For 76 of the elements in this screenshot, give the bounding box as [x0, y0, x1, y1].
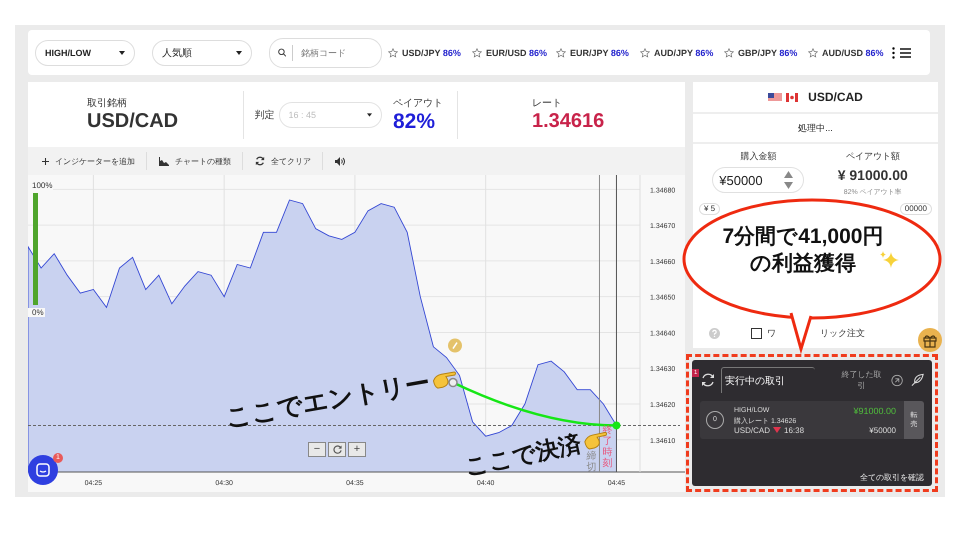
exit-marker — [612, 421, 620, 430]
trade-amount: ¥50000 — [869, 426, 896, 434]
handwritten-note: ここで決済 — [462, 428, 584, 480]
star-icon[interactable] — [472, 48, 482, 58]
zoom-in-button[interactable]: + — [348, 442, 366, 457]
view-all-link[interactable]: 全ての取引を確認 — [860, 472, 924, 483]
callout-text: 7分間で41,000円 の利益獲得 — [722, 224, 884, 278]
checkbox-label: リック注文 — [820, 327, 865, 340]
zoom-out-button[interactable]: − — [308, 442, 326, 457]
entry-marker — [448, 378, 458, 388]
trade-time: 16:38 — [784, 426, 804, 434]
caret-icon — [366, 112, 372, 116]
toolbar-button[interactable]: チャートの種類 — [155, 152, 243, 170]
caret-icon — [119, 50, 125, 54]
search-field[interactable]: 銘柄コード — [269, 38, 382, 68]
trades-tab[interactable]: 実行中の取引 — [720, 367, 815, 393]
menu-icon[interactable] — [900, 48, 911, 58]
handwritten-note: ここでエントリー — [222, 368, 432, 434]
star-icon[interactable] — [640, 48, 650, 58]
chat-button[interactable] — [28, 455, 58, 485]
down-triangle-icon — [773, 427, 782, 433]
gauge-label: 0% — [28, 308, 45, 317]
dropdown[interactable]: 人気順 — [152, 40, 252, 66]
amount-label: 購入金額 — [740, 150, 776, 163]
symbol-label: 取引銘柄 — [87, 96, 128, 110]
dropdown[interactable]: HIGH/LOW — [35, 40, 135, 66]
checkbox[interactable] — [751, 328, 762, 339]
us-flag-icon — [768, 92, 782, 102]
favorite-pair[interactable]: AUD/JPY 86% — [654, 48, 714, 58]
more-icon[interactable] — [892, 46, 895, 58]
payout-label: ペイアウト — [393, 96, 444, 110]
rate-value: 1.34616 — [532, 110, 604, 133]
plus-icon — [42, 158, 49, 164]
quick-amount-button[interactable]: 00000 — [900, 203, 932, 215]
star-icon[interactable] — [556, 48, 566, 58]
symbol-name: USD/CAD — [87, 110, 180, 133]
reset-zoom-button[interactable] — [328, 442, 346, 457]
favorite-pair[interactable]: USD/JPY 86% — [402, 48, 461, 58]
feather-icon[interactable] — [910, 373, 924, 387]
checkbox-label: ワ — [767, 327, 776, 340]
judge-label: 判定 — [254, 108, 274, 122]
favorite-pair[interactable]: EUR/JPY 86% — [570, 48, 629, 58]
star-icon[interactable] — [724, 48, 734, 58]
trade-payout: ¥91000.00 — [853, 406, 896, 416]
toolbar-button[interactable]: 全てクリア — [251, 152, 323, 170]
search-icon — [278, 47, 286, 58]
star-icon[interactable] — [808, 48, 818, 58]
status-text: 処理中... — [798, 122, 833, 134]
payout-amount: ¥ 91000.00 — [838, 167, 908, 183]
pair-title: USD/CAD — [808, 90, 863, 104]
toolbar-button[interactable]: インジケーターを追加 — [38, 152, 147, 170]
trades-tab[interactable]: 終了した取引 — [836, 366, 887, 394]
favorite-pair[interactable]: GBP/JPY 86% — [738, 48, 798, 58]
stepper-icon — [784, 171, 794, 189]
favorite-pair[interactable]: AUD/USD 86% — [822, 48, 884, 58]
exchange-icon — [700, 372, 716, 388]
coin-icon — [448, 338, 462, 353]
payout-value: 82% — [393, 110, 436, 134]
refresh-icon — [255, 156, 265, 166]
trade-pair: USD/CAD — [734, 426, 770, 434]
star-icon[interactable] — [388, 48, 398, 58]
favorite-pair[interactable]: EUR/USD 86% — [486, 48, 548, 58]
rate-label: レート — [532, 97, 563, 110]
refresh-icon — [332, 445, 342, 454]
quick-amount-button[interactable]: ¥ 5 — [699, 203, 720, 215]
chat-icon — [36, 463, 50, 477]
amount-field[interactable]: ¥50000 — [712, 167, 804, 193]
export-icon[interactable] — [890, 374, 903, 386]
chart-icon — [159, 156, 169, 166]
canada-flag-icon — [786, 92, 798, 102]
vertical-label: 締切 — [586, 451, 596, 473]
speaker-icon — [335, 156, 345, 166]
payout-amount-label: ペイアウト額 — [846, 150, 900, 163]
gift-icon[interactable] — [918, 328, 942, 352]
gauge-label: 100% — [28, 181, 54, 190]
caret-icon — [236, 50, 242, 54]
